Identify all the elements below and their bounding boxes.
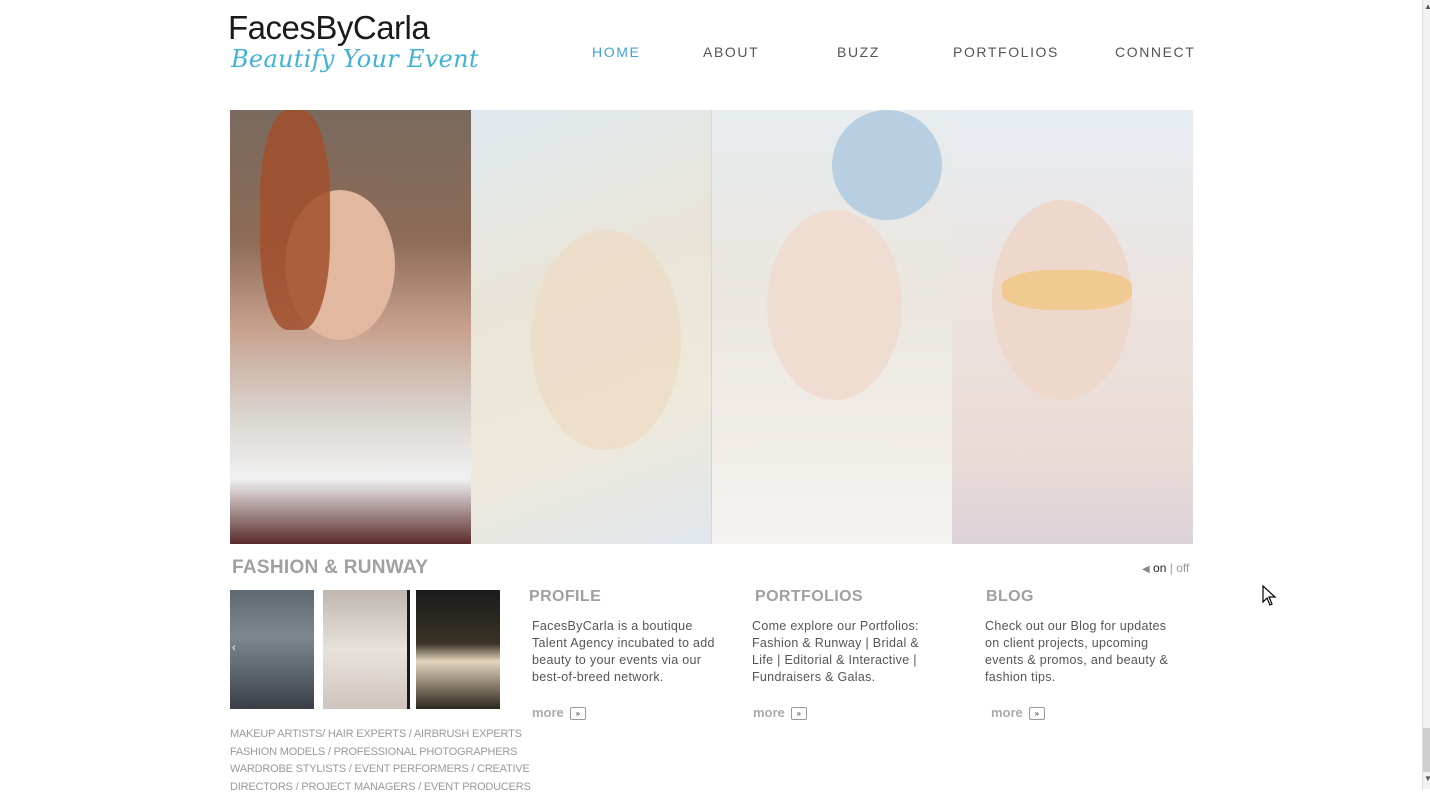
double-arrow-icon: »	[570, 707, 586, 720]
vertical-scrollbar[interactable]	[1422, 0, 1430, 789]
double-arrow-icon: »	[791, 707, 807, 720]
hero-panel-redhead-model[interactable]	[230, 110, 471, 544]
tags-line: FASHION MODELS / PROFESSIONAL PHOTOGRAPH…	[230, 744, 500, 762]
sound-on[interactable]: on	[1153, 561, 1166, 575]
portfolios-more-link[interactable]: more »	[753, 705, 807, 720]
nav-home[interactable]: HOME	[592, 44, 640, 60]
speaker-icon[interactable]: ◀	[1142, 564, 1150, 575]
mouse-cursor-icon	[1262, 585, 1278, 607]
hero-panel-masquerade[interactable]	[952, 110, 1193, 544]
profile-column: PROFILE FacesByCarla is a boutique Talen…	[529, 588, 724, 686]
portfolios-body: Come explore our Portfolios: Fashion & R…	[752, 618, 935, 686]
sound-off[interactable]: off	[1176, 561, 1189, 575]
tags-line: DIRECTORS / PROJECT MANAGERS / EVENT PRO…	[230, 779, 500, 796]
services-tags: MAKEUP ARTISTS/ HAIR EXPERTS / AIRBRUSH …	[230, 726, 500, 796]
profile-more-link[interactable]: more »	[532, 705, 586, 720]
blog-column: BLOG Check out our Blog for updates on c…	[986, 588, 1176, 686]
thumb-prev-icon[interactable]: ‹	[232, 642, 236, 654]
tags-line: WARDROBE STYLISTS / EVENT PERFORMERS / C…	[230, 761, 500, 779]
hero-panel-editorial[interactable]	[711, 110, 953, 544]
face-shape	[767, 210, 902, 400]
hero-section-title: FASHION & RUNWAY	[232, 557, 428, 579]
more-label: more	[532, 705, 564, 720]
profile-body: FacesByCarla is a boutique Talent Agency…	[532, 618, 724, 686]
sound-toggle: ◀ on | off	[1142, 561, 1189, 575]
blog-more-link[interactable]: more »	[991, 705, 1045, 720]
tags-line: MAKEUP ARTISTS/ HAIR EXPERTS / AIRBRUSH …	[230, 726, 500, 744]
hero-slideshow[interactable]	[230, 110, 1193, 544]
logo-title: FacesByCarla	[228, 10, 479, 46]
scroll-down-icon[interactable]: ▼	[1424, 774, 1430, 783]
nav-connect[interactable]: CONNECT	[1115, 44, 1195, 60]
scroll-up-icon[interactable]: ▲	[1424, 2, 1430, 11]
double-arrow-icon: »	[1029, 707, 1045, 720]
scrollbar-thumb[interactable]	[1423, 728, 1430, 772]
nav-buzz[interactable]: BUZZ	[837, 44, 880, 60]
nav-portfolios[interactable]: PORTFOLIOS	[953, 44, 1059, 60]
profile-title: PROFILE	[529, 588, 724, 606]
portfolios-column: PORTFOLIOS Come explore our Portfolios: …	[755, 588, 935, 686]
more-label: more	[991, 705, 1023, 720]
sound-separator: |	[1170, 561, 1173, 575]
hair-shape	[260, 110, 330, 330]
more-label: more	[753, 705, 785, 720]
mask-shape	[1002, 270, 1132, 310]
blog-title: BLOG	[986, 588, 1176, 606]
thumbnail-1[interactable]: ‹	[230, 590, 314, 709]
thumbnail-2[interactable]	[323, 590, 410, 709]
blog-body: Check out our Blog for updates on client…	[985, 618, 1176, 686]
face-shape	[531, 230, 681, 450]
portfolios-title: PORTFOLIOS	[755, 588, 935, 606]
headpiece-shape	[832, 110, 942, 220]
thumbnail-3[interactable]	[416, 590, 500, 709]
main-nav: HOME ABOUT BUZZ PORTFOLIOS CONNECT	[0, 44, 1430, 64]
nav-about[interactable]: ABOUT	[703, 44, 759, 60]
hero-panel-bridal-veil[interactable]	[471, 110, 711, 544]
